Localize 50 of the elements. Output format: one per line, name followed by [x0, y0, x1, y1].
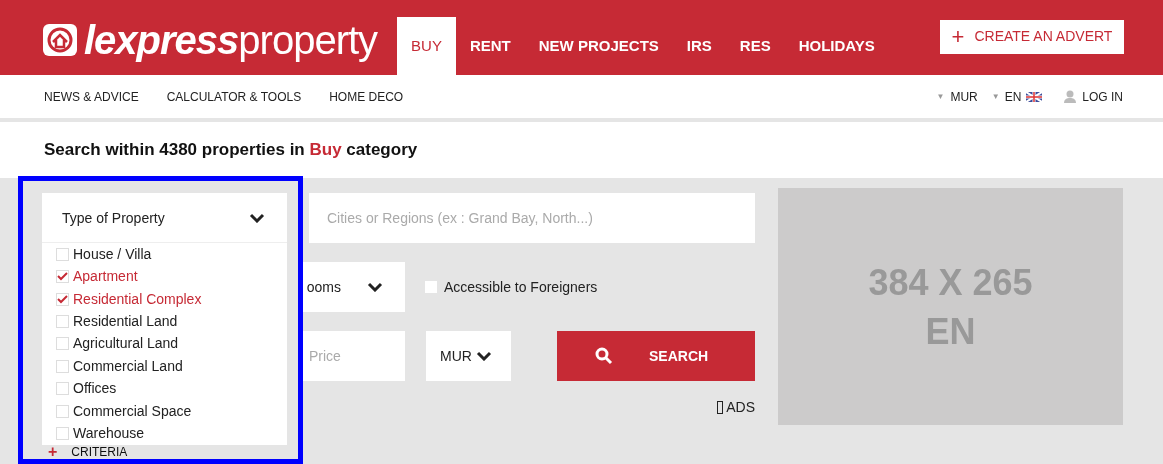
checkbox[interactable] [56, 315, 69, 329]
checkbox[interactable] [56, 247, 69, 261]
bedrooms-select[interactable]: ooms [303, 262, 405, 312]
nav-tab[interactable]: RENT [455, 17, 525, 75]
language-dropdown[interactable]: ▼ EN [991, 87, 1043, 106]
checkbox[interactable] [56, 359, 69, 373]
ads-toggle[interactable]: ADS [717, 397, 755, 418]
login-link[interactable]: LOG IN [1064, 87, 1123, 106]
nav-tab[interactable]: BUY [397, 17, 456, 75]
property-type-option[interactable]: House / Villa [56, 243, 287, 266]
property-type-select[interactable]: Type of Property [42, 193, 287, 243]
nav-tab[interactable]: HOLIDAYS [784, 17, 889, 75]
property-type-option[interactable]: Warehouse [56, 422, 287, 445]
chevron-down-icon [249, 213, 265, 223]
location-field[interactable]: Cities or Regions (ex : Grand Bay, North...) [309, 193, 755, 243]
property-type-option[interactable]: Commercial Space [56, 400, 287, 423]
criteria-toggle[interactable]: CRITERIA [71, 446, 128, 458]
flag-icon [1026, 91, 1043, 102]
checkbox[interactable] [56, 270, 69, 284]
property-type-option[interactable]: Residential Land [56, 310, 287, 333]
logo-icon [42, 21, 78, 58]
foreigners-checkbox[interactable]: Accessible to Foreigners [425, 276, 598, 298]
property-type-option[interactable]: Residential Complex [56, 287, 287, 311]
nav-tab[interactable]: NEW PROJECTS [524, 17, 673, 75]
search-icon [595, 347, 613, 365]
nav-link[interactable]: CALCULATOR & TOOLS [166, 87, 302, 106]
search-heading: Search within 4380 properties in Buy category [44, 139, 418, 162]
checkbox[interactable] [56, 382, 69, 396]
chevron-down-icon [367, 282, 383, 292]
logo-text: lexpressproperty [84, 19, 378, 60]
currency-select[interactable]: MUR [426, 331, 511, 381]
property-type-option[interactable]: Apartment [56, 265, 287, 288]
checkbox[interactable] [56, 337, 69, 351]
nav-tab[interactable]: IRS [672, 17, 726, 75]
create-advert-button[interactable]: + CREATE AN ADVERT [940, 19, 1124, 54]
checkbox[interactable] [56, 404, 69, 418]
price-field[interactable]: Price [303, 331, 405, 381]
checkbox[interactable] [56, 292, 69, 306]
user-icon [1064, 90, 1077, 103]
search-button[interactable]: SEARCH [557, 331, 755, 381]
property-type-option[interactable]: Commercial Land [56, 355, 287, 378]
checkbox[interactable] [56, 427, 69, 441]
currency-dropdown[interactable]: ▼ MUR [936, 87, 978, 106]
nav-tab[interactable]: RES [725, 17, 785, 75]
nav-link[interactable]: NEWS & ADVICE [44, 87, 139, 106]
property-type-option[interactable]: Agricultural Land [56, 332, 287, 356]
nav-link[interactable]: HOME DECO [329, 87, 404, 106]
chevron-down-icon [475, 351, 492, 361]
property-type-option[interactable]: Offices [56, 377, 287, 401]
plus-icon: + [48, 446, 58, 458]
